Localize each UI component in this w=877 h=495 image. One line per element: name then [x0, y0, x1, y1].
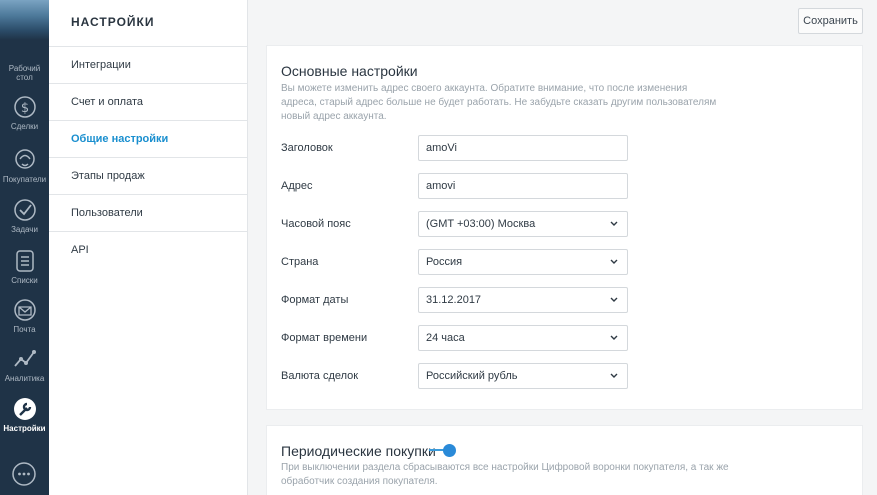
currency-select-value: Российский рубль [426, 370, 518, 382]
time-format-label: Формат времени [281, 332, 368, 344]
title-input-value: amoVi [426, 142, 457, 154]
periodic-purchases-card: Периодические покупки При выключении раз… [266, 425, 863, 495]
timezone-select-value: (GMT +03:00) Москва [426, 218, 536, 230]
chevron-down-icon [610, 373, 618, 378]
dollar-icon: $ [13, 96, 36, 118]
main-settings-title: Основные настройки [281, 63, 418, 79]
address-input[interactable]: amovi [418, 173, 628, 199]
settings-item-integrations[interactable]: Интеграции [49, 47, 247, 84]
currency-select[interactable]: Российский рубль [418, 363, 628, 389]
analytics-icon [13, 350, 36, 367]
mail-icon [13, 299, 36, 321]
nav-item-tasks[interactable]: Задачи [0, 197, 49, 234]
address-input-value: amovi [426, 180, 456, 192]
address-label: Адрес [281, 180, 313, 192]
nav-item-lists[interactable]: Списки [0, 248, 49, 285]
main-settings-description: Вы можете изменить адрес своего аккаунта… [281, 83, 717, 122]
settings-item-users[interactable]: Пользователи [49, 195, 247, 232]
date-format-select[interactable]: 31.12.2017 [418, 287, 628, 313]
nav-item-buyers[interactable]: Покупатели [0, 147, 49, 184]
wrench-icon [13, 398, 36, 420]
time-format-select-value: 24 часа [426, 332, 465, 344]
date-format-select-value: 31.12.2017 [426, 294, 482, 306]
nav-label-settings: Настройки [3, 424, 46, 433]
date-format-label: Формат даты [281, 294, 349, 306]
chat-icon[interactable] [11, 461, 37, 487]
chevron-down-icon [610, 297, 618, 302]
nav-label-tasks: Задачи [11, 225, 38, 234]
toggle-knob [443, 444, 456, 457]
time-format-select[interactable]: 24 часа [418, 325, 628, 351]
main-nav-rail: Рабочий стол $ Сделки Покупатели Задачи … [0, 0, 49, 495]
nav-item-settings[interactable]: Настройки [0, 396, 49, 433]
chevron-down-icon [610, 259, 618, 264]
settings-item-api[interactable]: API [49, 232, 247, 269]
list-icon [15, 250, 34, 272]
settings-item-general[interactable]: Общие настройки [49, 121, 247, 158]
nav-label-analytics: Аналитика [4, 374, 45, 383]
periodic-purchases-title: Периодические покупки [281, 443, 436, 459]
nav-label-lists: Списки [11, 276, 38, 285]
chevron-down-icon [610, 221, 618, 226]
country-select[interactable]: Россия [418, 249, 628, 275]
rail-header-image [0, 0, 49, 40]
settings-panel-title: НАСТРОЙКИ [49, 0, 247, 47]
svg-text:$: $ [20, 101, 28, 116]
settings-side-panel: НАСТРОЙКИ Интеграции Счет и оплата Общие… [49, 0, 248, 495]
country-select-value: Россия [426, 256, 463, 268]
check-icon [13, 199, 36, 221]
timezone-select[interactable]: (GMT +03:00) Москва [418, 211, 628, 237]
title-input[interactable]: amoVi [418, 135, 628, 161]
nav-label-desktop: Рабочий стол [8, 64, 41, 82]
main-settings-card: Основные настройки Вы можете изменить ад… [266, 45, 863, 410]
buyers-icon [14, 149, 35, 169]
timezone-label: Часовой пояс [281, 218, 351, 230]
settings-item-billing[interactable]: Счет и оплата [49, 84, 247, 121]
nav-item-analytics[interactable]: Аналитика [0, 346, 49, 383]
nav-label-mail: Почта [13, 325, 36, 334]
country-label: Страна [281, 256, 319, 268]
periodic-purchases-toggle[interactable] [429, 443, 458, 457]
nav-item-deals[interactable]: $ Сделки [0, 94, 49, 131]
settings-item-pipelines[interactable]: Этапы продаж [49, 158, 247, 195]
nav-item-mail[interactable]: Почта [0, 297, 49, 334]
title-label: Заголовок [281, 142, 333, 154]
chevron-down-icon [610, 335, 618, 340]
nav-item-desktop[interactable]: Рабочий стол [0, 40, 49, 82]
nav-label-deals: Сделки [10, 122, 39, 131]
currency-label: Валюта сделок [281, 370, 359, 382]
save-button[interactable]: Сохранить [798, 8, 863, 34]
periodic-purchases-description: При выключении раздела сбрасываются все … [281, 462, 729, 487]
nav-label-buyers: Покупатели [2, 175, 47, 184]
